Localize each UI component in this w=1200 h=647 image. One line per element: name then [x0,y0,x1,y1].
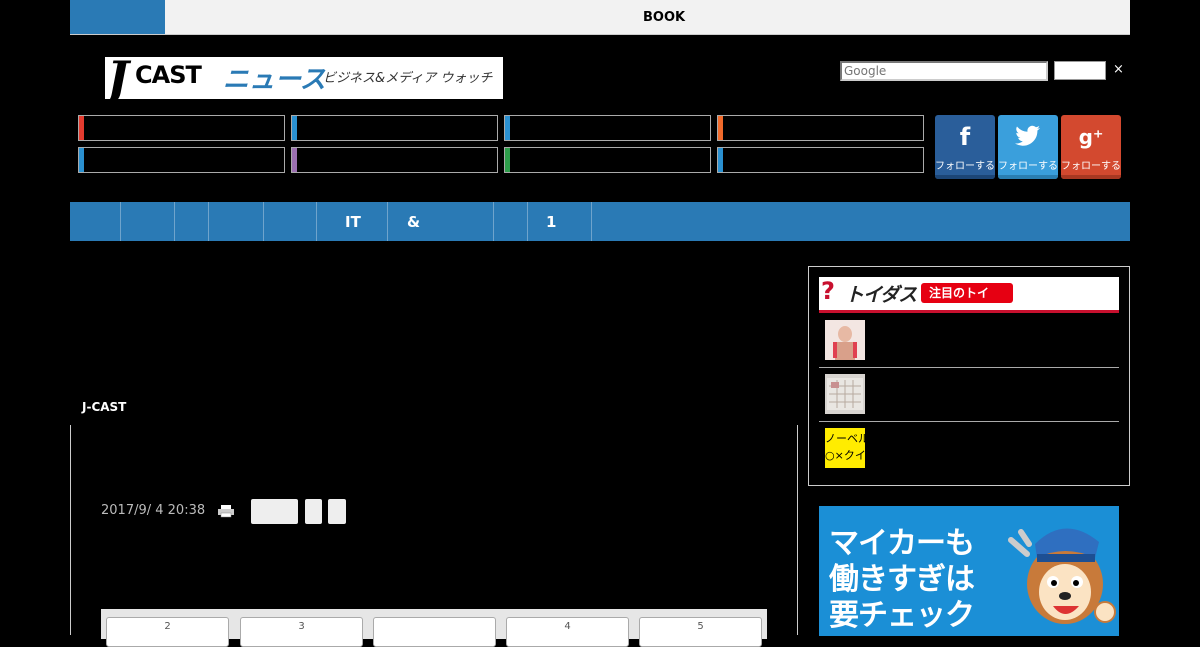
category-link[interactable] [78,115,285,141]
sidebar-thumbnail[interactable]: ノーベル ○×クイ [825,428,865,468]
page-tab[interactable]: 3 [240,617,363,647]
twitter-follow-button[interactable]: フォローする [998,115,1058,179]
nav-item-it[interactable]: IT [345,213,361,231]
featured-toi-badge: 注目のトイ [921,283,1013,303]
facebook-follow-button[interactable]: f フォローする [935,115,995,179]
nav-separator [174,202,175,241]
category-link[interactable] [504,147,711,173]
follow-label: フォローする [998,161,1058,172]
button-shadow [1061,175,1121,179]
page-tab[interactable]: 5 [639,617,762,647]
twitter-icon [998,125,1058,152]
nav-separator [527,202,528,241]
main-nav: IT & 1 [70,202,1130,241]
category-link[interactable] [717,115,924,141]
nav-separator [316,202,317,241]
book-link[interactable]: BOOK [643,10,685,25]
logo-tagline: ビジネス&メディア ウォッチ [323,71,493,86]
category-link[interactable] [291,115,498,141]
category-color-bar [79,148,84,172]
sidebar-thumbnail[interactable] [825,374,865,414]
google-plus-follow-button[interactable]: g⁺ フォローする [1061,115,1121,179]
jcast-news-logo[interactable]: J CAST ニュース ビジネス&メディア ウォッチ [105,57,503,99]
article-source: J-CAST [82,400,127,414]
page-tab-label: 3 [298,621,305,632]
page-tab[interactable]: 4 [506,617,629,647]
nav-separator [208,202,209,241]
category-color-bar [718,148,723,172]
google-search-input[interactable] [840,61,1048,81]
category-link[interactable] [504,115,711,141]
category-color-bar [505,148,510,172]
featured-toi-label: 注目のトイ [929,286,990,300]
page-tab[interactable]: 2 [106,617,229,647]
thumbnail-text: ノーベル ○×クイ [825,432,865,462]
category-color-bar [292,148,297,172]
category-color-bar [292,116,297,140]
logo-j: J [107,57,129,99]
article-frame [70,425,798,635]
page-tab-label: 5 [697,621,704,632]
car-inspection-ad[interactable]: マイカーも 働きすぎは 要チェック [819,506,1119,636]
nav-separator [120,202,121,241]
page-tab-label: 2 [164,621,171,632]
toigus-logo-mark: ? [821,277,835,305]
logo-cast: CAST [135,61,202,89]
print-icon[interactable] [218,504,234,518]
nav-item-and[interactable]: & [407,213,420,231]
ad-line-3: 要チェック [829,598,975,633]
category-color-bar [79,116,84,140]
category-color-bar [505,116,510,140]
close-icon[interactable]: × [1113,62,1124,77]
toigus-logo: トイダス [845,284,917,306]
share-button[interactable] [328,499,346,524]
category-link[interactable] [717,147,924,173]
logo-news: ニュース [223,65,326,95]
follow-label: フォローする [935,161,995,172]
page-tab[interactable] [373,617,496,647]
nav-item-1[interactable]: 1 [546,213,556,231]
mascot-dog-icon [1008,528,1116,624]
category-color-bar [718,116,723,140]
google-plus-icon: g⁺ [1078,125,1104,149]
top-bar-home-tab[interactable] [70,0,165,34]
page-tabs: 2 3 4 5 [101,609,767,647]
article-date: 2017/9/ 4 20:38 [101,503,206,518]
nav-separator [263,202,264,241]
page-tab-label: 4 [564,621,571,632]
button-shadow [935,175,995,179]
share-button[interactable] [251,499,298,524]
category-link[interactable] [78,147,285,173]
button-shadow [998,175,1058,179]
search-button[interactable] [1054,61,1106,80]
nav-separator [387,202,388,241]
toigus-banner[interactable]: ? トイダス 注目のトイ [819,277,1119,313]
sidebar-thumbnail[interactable] [825,320,865,360]
category-link[interactable] [291,147,498,173]
nav-separator [591,202,592,241]
facebook-icon: f [959,123,971,151]
top-bar: BOOK [70,0,1130,35]
share-button[interactable] [305,499,322,524]
follow-label: フォローする [1061,161,1121,172]
nav-separator [493,202,494,241]
